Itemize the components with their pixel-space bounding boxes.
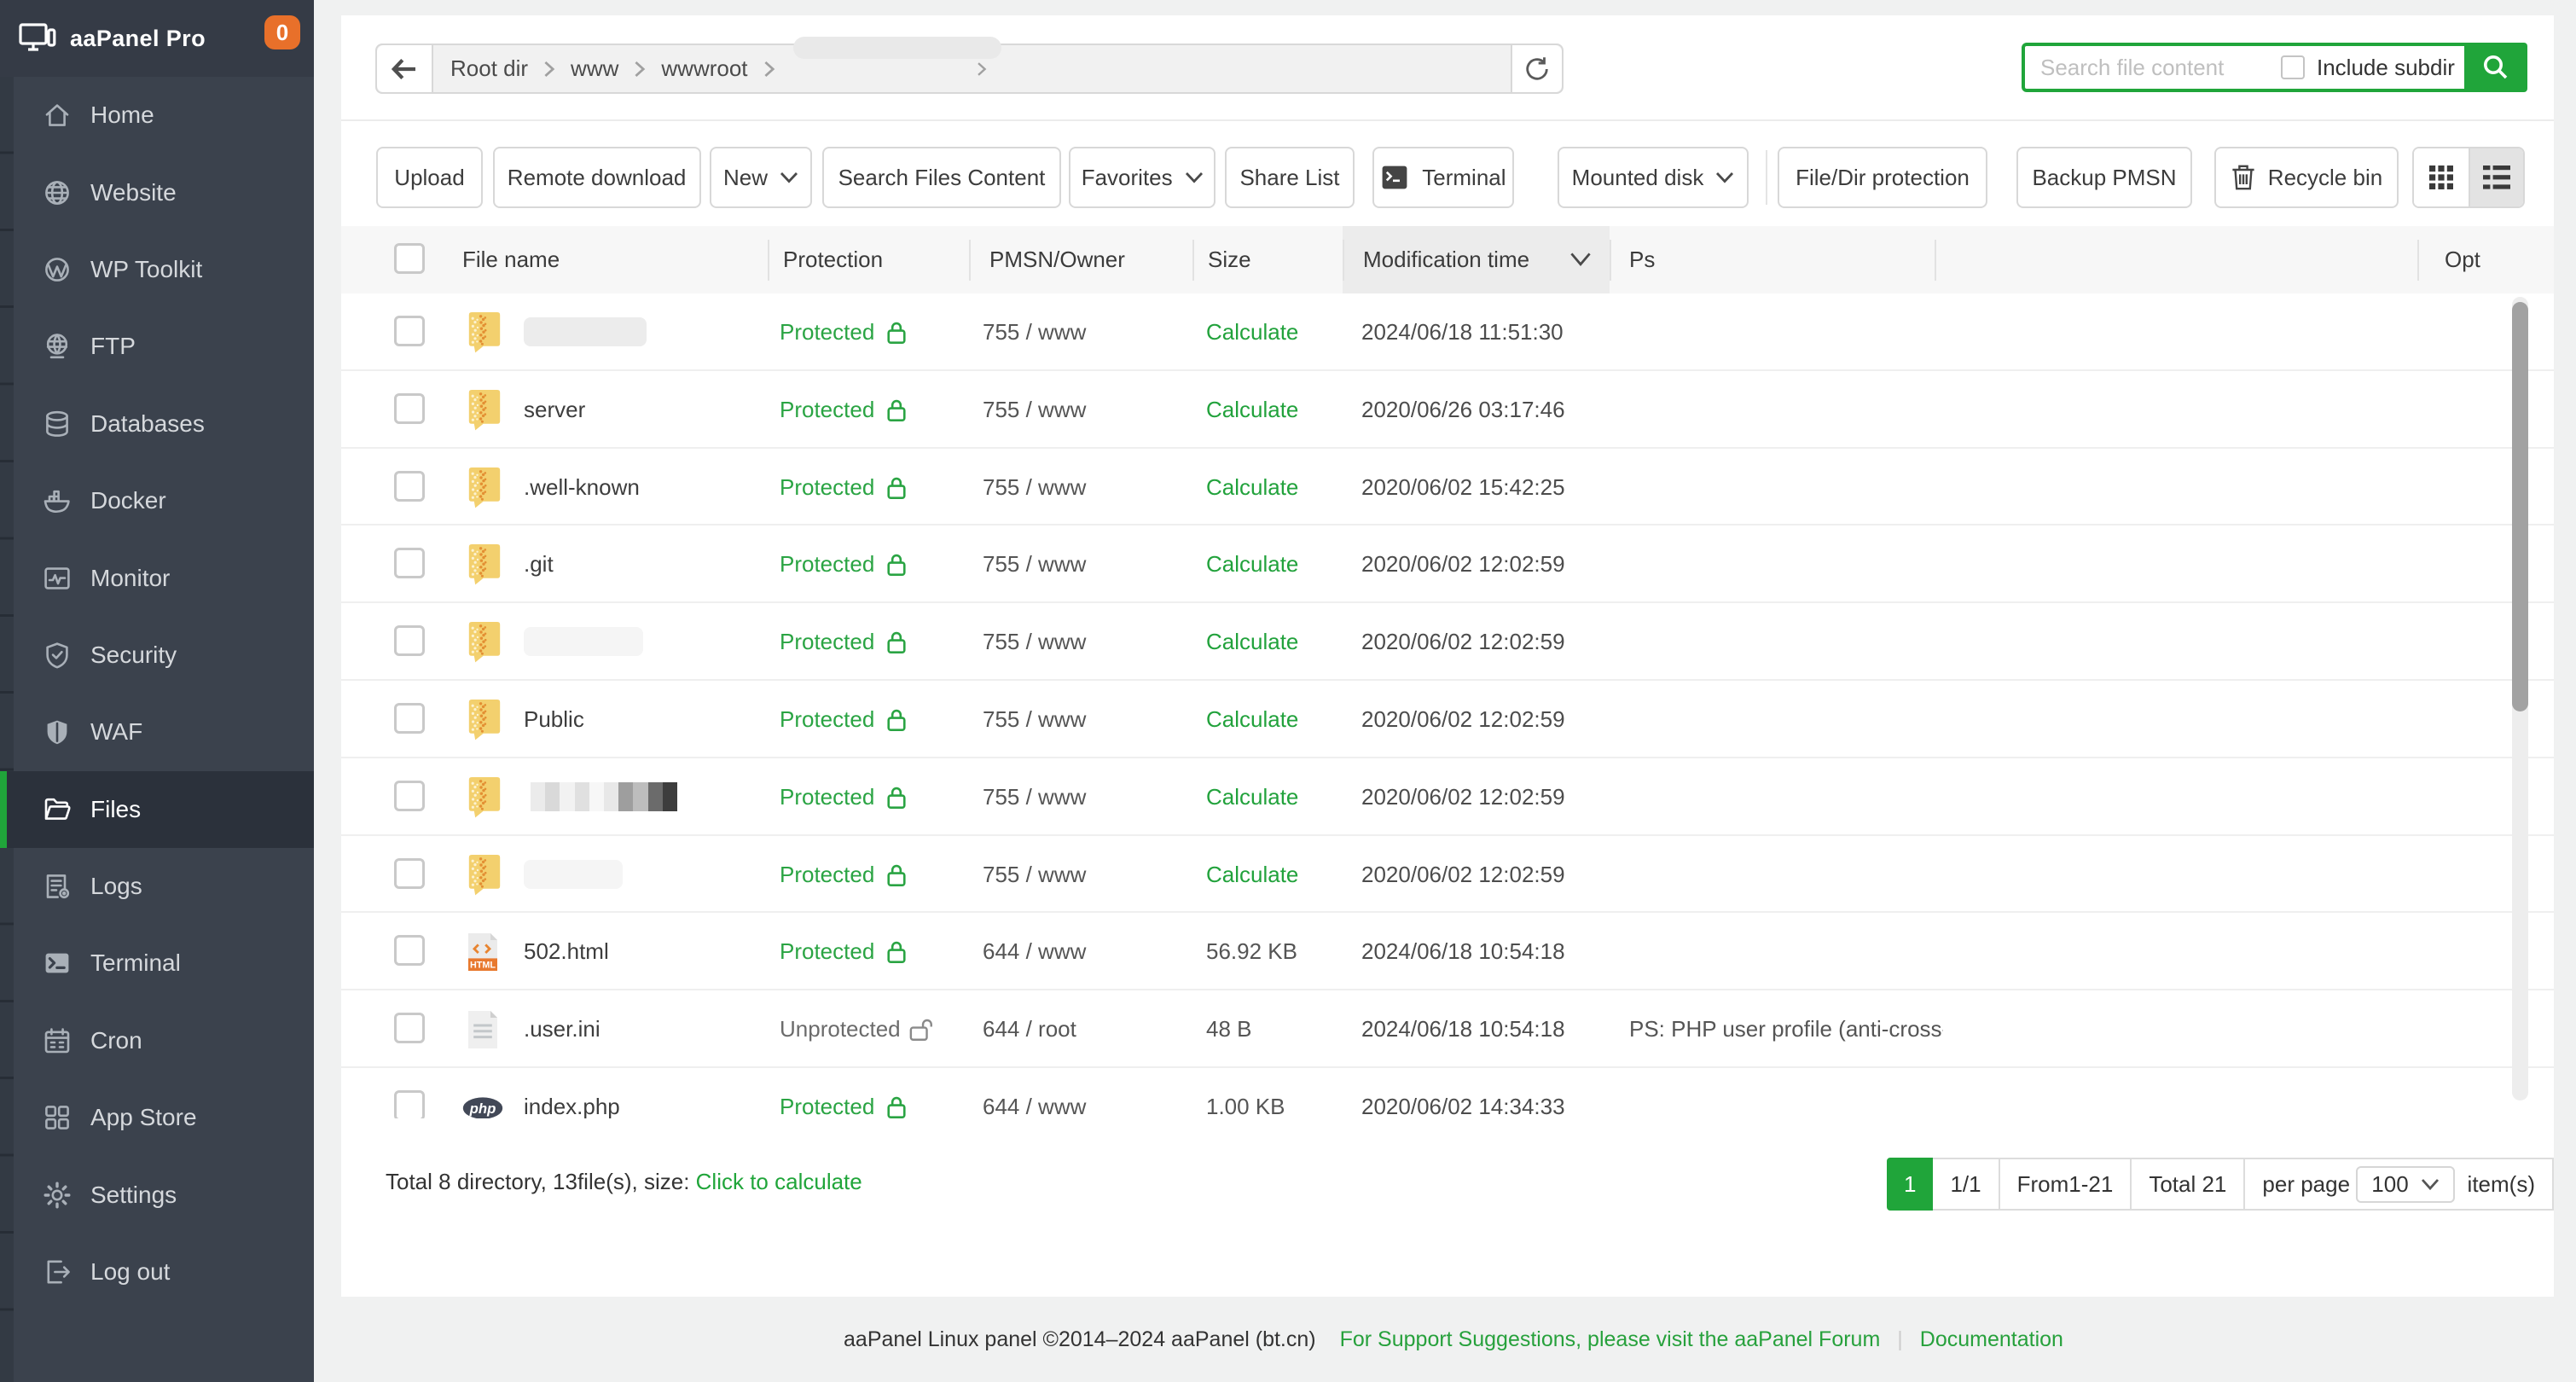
svg-text:HTML: HTML [470, 961, 496, 971]
svg-text:php: php [469, 1100, 496, 1117]
